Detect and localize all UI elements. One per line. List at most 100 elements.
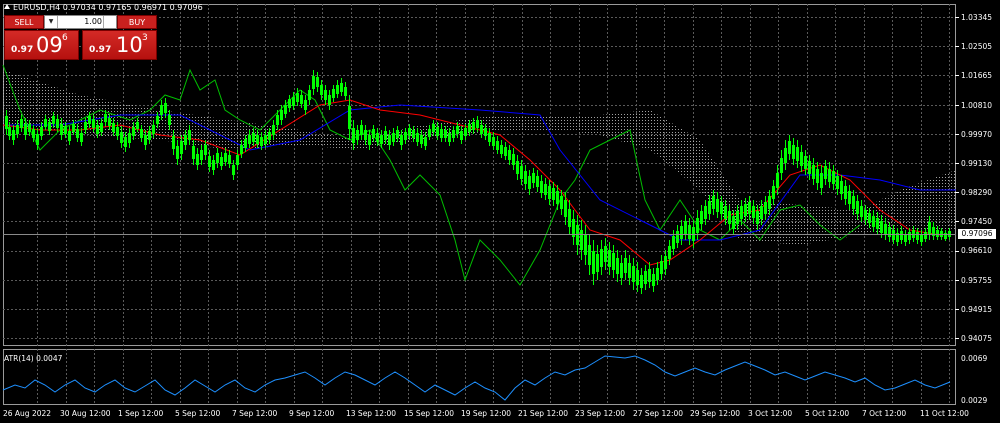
candle-body [372,129,375,138]
price-axis-label: 0.99130 [961,159,993,168]
chart-area[interactable]: EURUSD,H4 0.97034 0.97165 0.96971 0.9709… [0,0,1000,423]
candle-body [772,186,775,199]
buy-price-button[interactable]: 0.97 10 3 [82,30,157,60]
candle-body [300,95,303,104]
candle-body [332,89,335,98]
candle-body [356,130,359,140]
chart-canvas[interactable] [0,0,1000,423]
candle-body [48,122,51,131]
candle-body [156,116,159,124]
candle-body [432,124,435,132]
atr-axis-label: 0.0069 [961,354,988,363]
candle-body [296,93,299,102]
candle-body [172,136,175,149]
candle-body [368,135,371,145]
candle-body [688,225,691,239]
candle-body [196,154,199,165]
candle-body [304,100,307,110]
candle-body [452,130,455,138]
candle-body [828,169,831,182]
candle-body [336,85,339,94]
candle-body [440,129,443,138]
candle-body [776,173,779,188]
sell-price-prefix: 0.97 [11,45,34,55]
candle-body [876,218,879,229]
lot-size-value[interactable]: 1.00 [84,16,102,28]
sell-button[interactable]: SELL [4,15,44,29]
candle-body [588,245,591,265]
candle-body [568,209,571,227]
candle-body [732,216,735,229]
candle-body [808,161,811,174]
price-axis-label: 0.97450 [961,217,993,226]
candle-body [456,126,459,134]
candle-body [268,132,271,140]
candle-body [768,196,771,209]
candle-body [640,275,643,288]
candle-body [212,160,215,170]
time-axis-label: 3 Oct 12:00 [748,409,793,418]
candle-body [56,119,59,128]
candle-body [248,135,251,144]
candle-body [624,258,627,273]
symbol-ohlc-text: EURUSD,H4 0.97034 0.97165 0.96971 0.9709… [13,3,203,12]
candle-body [284,105,287,114]
candle-body [260,137,263,146]
candle-body [684,221,687,234]
candle-body [168,115,171,125]
candle-body [400,135,403,145]
candle-body [600,249,603,267]
candle-body [864,210,867,220]
candle-body [320,85,323,95]
candle-body [496,141,499,150]
candle-body [512,154,515,165]
candle-body [868,213,871,223]
collapse-triangle-icon[interactable] [4,4,10,9]
candle-body [788,141,791,154]
candle-body [944,233,947,239]
candle-body [708,201,711,214]
candle-body [824,166,827,179]
candle-body [884,224,887,235]
time-axis-label: 1 Sep 12:00 [118,409,164,418]
candle-body [900,231,903,240]
candle-body [44,119,47,127]
price-axis-label: 1.03345 [961,13,993,22]
candle-body [228,155,231,164]
candle-body [424,137,427,146]
candle-body [604,246,607,262]
lot-dropdown-arrow-icon[interactable]: ▼ [45,16,58,28]
candle-body [480,125,483,134]
candle-body [560,196,563,209]
current-price-tag: 0.97096 [958,229,996,239]
buy-price-prefix: 0.97 [89,45,112,55]
candle-body [760,206,763,219]
buy-button[interactable]: BUY [117,15,157,29]
candle-body [32,129,35,138]
candle-body [108,118,111,126]
candle-body [564,200,567,217]
price-axis-label: 0.98290 [961,188,993,197]
candle-body [436,127,439,136]
candle-body [204,145,207,155]
one-click-trading-panel: SELL ▼ 1.00 BUY 0.97 09 6 0.97 10 3 [4,15,157,60]
candle-body [84,122,87,130]
sell-price-button[interactable]: 0.97 09 6 [4,30,79,60]
candle-body [448,133,451,142]
candle-body [836,176,839,189]
candle-body [936,230,939,237]
candle-body [736,211,739,224]
candle-body [596,254,599,272]
candle-body [472,122,475,130]
candle-body [380,135,383,144]
candle-body [492,137,495,146]
lot-size-field[interactable]: ▼ 1.00 [44,15,117,29]
candle-body [312,76,315,89]
time-axis-label: 7 Oct 12:00 [862,409,907,418]
candle-body [392,133,395,142]
candle-body [128,133,131,143]
time-axis-label: 26 Aug 2022 [3,409,52,418]
candle-body [716,199,719,212]
candle-body [696,218,699,233]
candle-body [848,191,851,204]
